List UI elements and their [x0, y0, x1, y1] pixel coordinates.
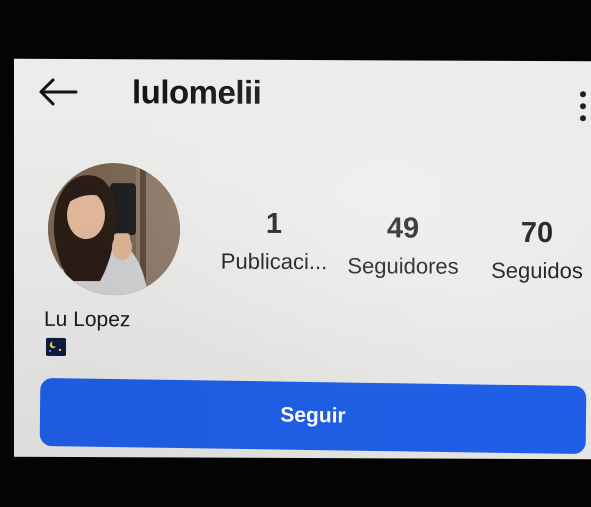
more-dot	[580, 91, 586, 98]
posts-stat: 1 Publicaci...	[216, 208, 332, 276]
followers-count: 49	[386, 212, 420, 245]
followers-stat[interactable]: 49 Seguidores	[340, 212, 466, 280]
following-label: Seguidos	[491, 257, 583, 284]
display-name: Lu Lopez	[44, 307, 131, 332]
avatar[interactable]	[48, 162, 180, 296]
photo-frame: lulomelii 1 Publicaci... 49 Seguidores 7…	[0, 0, 591, 507]
avatar-image	[48, 162, 180, 296]
more-vertical-icon[interactable]	[579, 91, 587, 122]
following-stat[interactable]: 70 Seguidos	[482, 217, 591, 284]
more-dot	[580, 103, 586, 110]
more-dot	[580, 115, 586, 122]
arrow-left-icon[interactable]	[38, 77, 78, 107]
posts-count: 1	[265, 207, 283, 240]
profile-screen: lulomelii 1 Publicaci... 49 Seguidores 7…	[14, 58, 591, 460]
followers-label: Seguidores	[347, 253, 459, 279]
following-count: 70	[520, 216, 554, 250]
night-sky-emoji	[46, 337, 66, 356]
follow-button[interactable]: Seguir	[39, 377, 587, 455]
posts-label: Publicaci...	[220, 248, 328, 275]
profile-username: lulomelii	[132, 73, 262, 111]
